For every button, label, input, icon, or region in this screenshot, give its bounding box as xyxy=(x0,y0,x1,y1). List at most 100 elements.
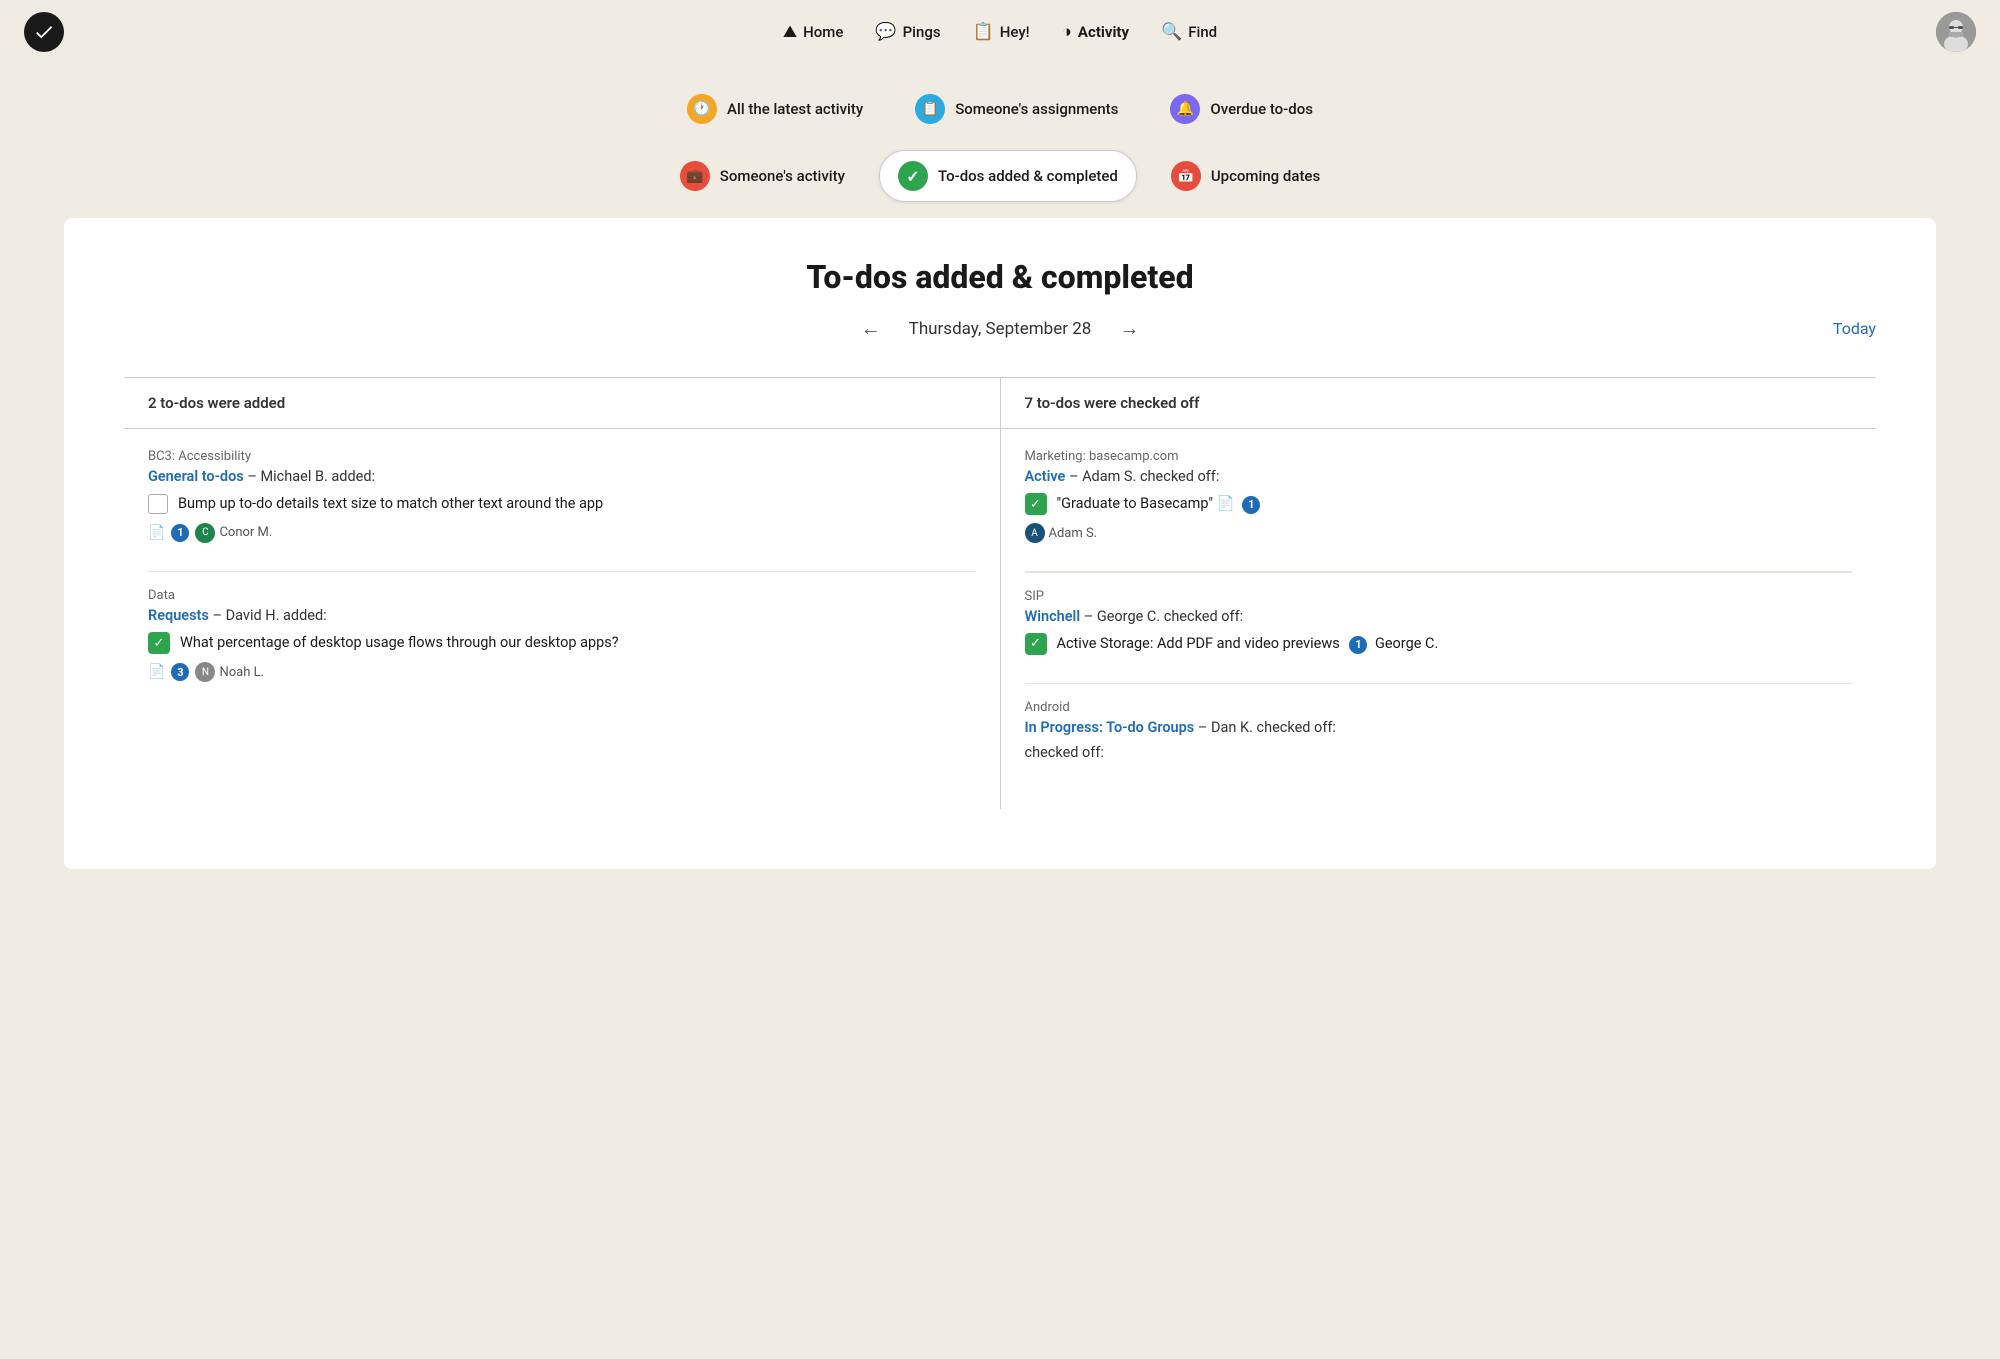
upcoming-label: Upcoming dates xyxy=(1211,167,1320,185)
entry-project: Marketing: basecamp.com xyxy=(1025,449,1853,464)
entry-list-link[interactable]: Winchell xyxy=(1025,608,1081,625)
assignments-icon: 📋 xyxy=(915,94,945,124)
nav-pings[interactable]: 💬 Pings xyxy=(875,22,940,42)
activity-icon: ◑ xyxy=(1062,22,1072,42)
date-label: Thursday, September 28 xyxy=(909,319,1092,339)
entry-meta: 📄 1 C Conor M. xyxy=(148,523,976,543)
todo-checkbox[interactable] xyxy=(148,494,168,514)
assignee: A Adam S. xyxy=(1025,523,1098,543)
todo-text: Bump up to-do details text size to match… xyxy=(178,493,603,515)
entry-meta: A Adam S. xyxy=(1025,523,1853,543)
entry-group: SIP Winchell – George C. checked off: ✓ … xyxy=(1025,589,1853,655)
entry-project: Android xyxy=(1025,700,1853,715)
next-date-button[interactable]: → xyxy=(1111,312,1147,345)
nav-home[interactable]: ⛰ Home xyxy=(783,22,844,42)
nav-hey[interactable]: 📋 Hey! xyxy=(973,22,1030,42)
col-checked-header: 7 to-dos were checked off xyxy=(1000,378,1876,429)
entry-added-by: – Michael B. added: xyxy=(247,468,375,485)
todo-table: 2 to-dos were added 7 to-dos were checke… xyxy=(124,377,1876,809)
menu-upcoming[interactable]: 📅 Upcoming dates xyxy=(1153,150,1338,202)
entry-list-link[interactable]: Active xyxy=(1025,468,1066,485)
menu-someone-assignments[interactable]: 📋 Someone's assignments xyxy=(897,84,1136,134)
divider xyxy=(148,571,976,573)
pings-icon: 💬 xyxy=(875,22,896,42)
entry-checked-by: – George C. checked off: xyxy=(1084,608,1243,625)
person-name: Adam S. xyxy=(1049,526,1098,541)
person-avatar: N xyxy=(195,662,215,682)
comments-badge: 3 xyxy=(171,663,189,681)
todo-text: What percentage of desktop usage flows t… xyxy=(180,632,619,654)
entry-list-link[interactable]: Requests xyxy=(148,607,209,624)
someone-activity-icon: 💼 xyxy=(680,161,710,191)
nav-pings-label: Pings xyxy=(903,23,941,41)
today-link[interactable]: Today xyxy=(1833,319,1876,338)
entry-group: Marketing: basecamp.com Active – Adam S.… xyxy=(1025,449,1853,543)
todo-item: ✓ What percentage of desktop usage flows… xyxy=(148,632,976,654)
comments-badge: 1 xyxy=(1242,496,1260,514)
nav-find[interactable]: 🔍 Find xyxy=(1161,22,1217,42)
nav-activity-label: Activity xyxy=(1078,23,1129,41)
entry-title-line: General to-dos – Michael B. added: xyxy=(148,468,976,485)
entry-list-link[interactable]: In Progress: To-do Groups xyxy=(1025,719,1195,736)
todo-checked-icon: ✓ xyxy=(148,632,170,654)
entry-group: BC3: Accessibility General to-dos – Mich… xyxy=(148,449,976,543)
todo-item: ✓ "Graduate to Basecamp" 📄 1 xyxy=(1025,493,1853,515)
todo-text: "Graduate to Basecamp" 📄 1 xyxy=(1057,493,1261,515)
todos-completed-icon: ✓ xyxy=(898,161,928,191)
entry-title-line: Requests – David H. added: xyxy=(148,607,976,624)
divider xyxy=(1025,683,1853,685)
hey-icon: 📋 xyxy=(973,22,994,42)
upcoming-icon: 📅 xyxy=(1171,161,1201,191)
user-avatar-button[interactable] xyxy=(1936,12,1976,52)
entry-project: SIP xyxy=(1025,589,1853,604)
latest-activity-label: All the latest activity xyxy=(727,100,863,118)
top-nav: ⛰ Home 💬 Pings 📋 Hey! ◑ Activity 🔍 Find xyxy=(0,0,2000,64)
entry-group: Data Requests – David H. added: ✓ What p… xyxy=(148,588,976,682)
assignee: N Noah L. xyxy=(195,662,264,682)
todos-completed-label: To-dos added & completed xyxy=(938,167,1118,185)
page-title: To-dos added & completed xyxy=(124,258,1876,296)
menu-someone-activity[interactable]: 💼 Someone's activity xyxy=(662,150,863,202)
menu-latest-activity[interactable]: 🕐 All the latest activity xyxy=(669,84,881,134)
prev-date-button[interactable]: ← xyxy=(853,312,889,345)
assignee: C Conor M. xyxy=(195,523,272,543)
overdue-label: Overdue to-dos xyxy=(1210,100,1313,118)
notes-icon: 📄 xyxy=(148,664,165,680)
todo-checked-icon: ✓ xyxy=(1025,493,1047,515)
menu-overdue[interactable]: 🔔 Overdue to-dos xyxy=(1152,84,1331,134)
divider xyxy=(1025,571,1853,573)
entry-project: Data xyxy=(148,588,976,603)
entry-group: Android In Progress: To-do Groups – Dan … xyxy=(1025,700,1853,761)
entry-checkedoff-label: checked off: xyxy=(1025,744,1853,761)
menu-todos-completed[interactable]: ✓ To-dos added & completed xyxy=(879,150,1137,202)
entry-list-link[interactable]: General to-dos xyxy=(148,468,244,485)
notes-icon: 📄 xyxy=(1217,495,1235,512)
todo-item: ✓ Active Storage: Add PDF and video prev… xyxy=(1025,633,1853,655)
notes-icon: 📄 xyxy=(148,525,165,541)
nav-hey-label: Hey! xyxy=(1000,23,1030,41)
nav-home-label: Home xyxy=(803,23,843,41)
find-icon: 🔍 xyxy=(1161,22,1182,42)
todo-text: Active Storage: Add PDF and video previe… xyxy=(1057,633,1439,655)
avatar xyxy=(1936,12,1976,52)
person-info: George C. xyxy=(1375,635,1438,652)
comments-badge: 1 xyxy=(171,524,189,542)
latest-activity-icon: 🕐 xyxy=(687,94,717,124)
col-added: BC3: Accessibility General to-dos – Mich… xyxy=(124,429,1000,810)
logo-button[interactable] xyxy=(24,12,64,52)
home-icon: ⛰ xyxy=(783,22,797,42)
entry-added-by: – David H. added: xyxy=(213,607,327,624)
activity-menu: 🕐 All the latest activity 📋 Someone's as… xyxy=(0,64,2000,218)
someone-activity-label: Someone's activity xyxy=(720,167,845,185)
todo-checked-icon: ✓ xyxy=(1025,633,1047,655)
nav-find-label: Find xyxy=(1188,23,1217,41)
col-checked: Marketing: basecamp.com Active – Adam S.… xyxy=(1000,429,1876,810)
person-name: Noah L. xyxy=(219,665,264,680)
main-container: To-dos added & completed ← Thursday, Sep… xyxy=(64,218,1936,869)
entry-title-line: In Progress: To-do Groups – Dan K. check… xyxy=(1025,719,1853,736)
assignments-label: Someone's assignments xyxy=(955,100,1118,118)
nav-activity[interactable]: ◑ Activity xyxy=(1062,22,1129,42)
overdue-icon: 🔔 xyxy=(1170,94,1200,124)
entry-title-line: Active – Adam S. checked off: xyxy=(1025,468,1853,485)
nav-links: ⛰ Home 💬 Pings 📋 Hey! ◑ Activity 🔍 Find xyxy=(783,22,1217,42)
